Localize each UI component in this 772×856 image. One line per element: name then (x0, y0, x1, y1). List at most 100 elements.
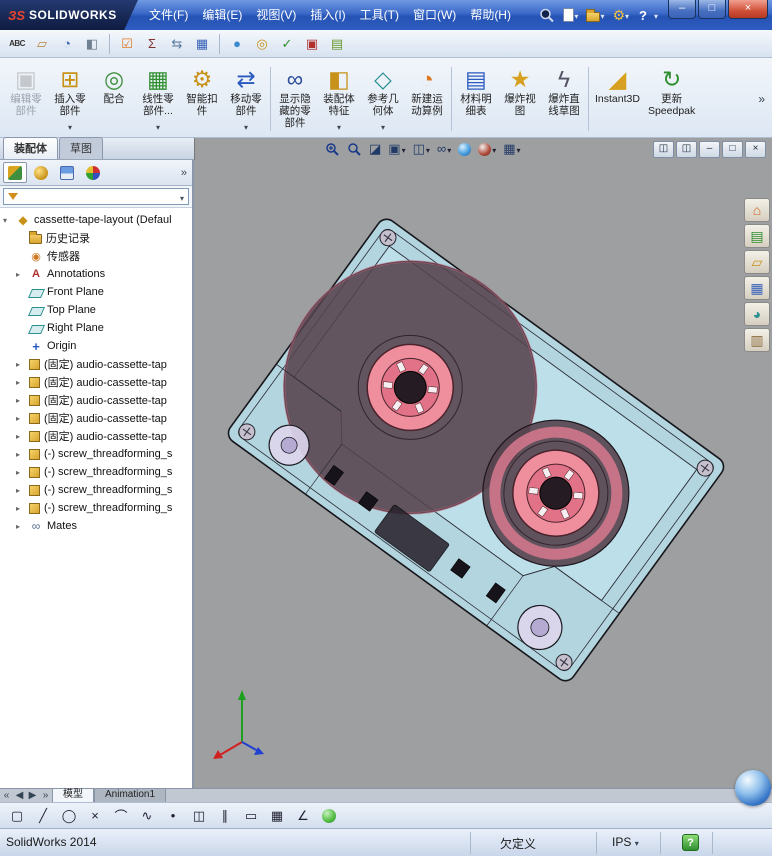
options-button[interactable]: ⚙ (609, 4, 632, 26)
view-palette-icon[interactable]: ▦ (744, 276, 770, 300)
tree-item-annotations[interactable]: Annotations (0, 265, 192, 283)
smart-fasteners-button[interactable]: ⚙ 智能扣 件 (180, 61, 224, 137)
apply-scene-icon[interactable] (476, 140, 498, 158)
expander-icon[interactable] (16, 450, 25, 459)
zoom-to-area-icon[interactable] (345, 140, 364, 158)
design-library-icon[interactable]: ▤ (744, 224, 770, 248)
custom-properties-icon[interactable]: ▥ (744, 328, 770, 352)
next-tab-arrow-icon[interactable]: ▶ (26, 789, 39, 802)
tree-item-mates[interactable]: Mates (0, 517, 192, 535)
design-check-icon[interactable]: ✓ (275, 32, 299, 56)
filter-input[interactable] (22, 189, 176, 204)
tree-item-screw-2[interactable]: (-) screw_threadforming_s (0, 463, 192, 481)
circle-icon[interactable]: ◯ (57, 805, 81, 827)
check-document-icon[interactable]: ☑ (115, 32, 139, 56)
edit-appearance-icon[interactable] (456, 140, 473, 158)
minimize-button[interactable]: – (668, 0, 696, 19)
line-icon[interactable]: ╱ (31, 805, 55, 827)
close-document-button[interactable]: × (745, 140, 766, 158)
help-button[interactable]: ? (634, 8, 652, 23)
expander-icon[interactable] (16, 504, 25, 513)
menu-window[interactable]: 窗口(W) (406, 0, 463, 30)
menu-edit[interactable]: 编辑(E) (195, 0, 249, 30)
tree-item-history[interactable]: 历史记录 (0, 229, 192, 247)
solidworks-resources-icon[interactable]: ⌂ (744, 198, 770, 222)
tree-root-assembly[interactable]: cassette-tape-layout (Defaul (0, 211, 192, 229)
graphics-viewport[interactable]: ⌂ ▤ ▱ ▦ ◕ ▥ (194, 160, 772, 788)
previous-window-button[interactable]: ◫ (653, 140, 674, 158)
open-document-button[interactable] (583, 4, 607, 26)
expander-icon[interactable] (16, 360, 25, 369)
menu-view[interactable]: 视图(V) (249, 0, 303, 30)
minimize-document-button[interactable]: – (699, 140, 720, 158)
close-button[interactable]: × (728, 0, 768, 19)
previous-tab-arrow-icon[interactable]: ◀ (13, 789, 26, 802)
smart-dimension-icon[interactable]: ∠ (291, 805, 315, 827)
mass-properties-icon[interactable]: ◔ (55, 32, 79, 56)
mate-button[interactable]: ◎ 配合 (92, 61, 136, 137)
mirror-entities-icon[interactable]: ◫ (187, 805, 211, 827)
reference-geometry-button[interactable]: ◇ 参考几 何体 (361, 61, 405, 137)
file-explorer-icon[interactable]: ▱ (744, 250, 770, 274)
apply-material-icon[interactable]: ◎ (250, 32, 274, 56)
view-settings-icon[interactable]: ▦ (501, 140, 522, 158)
tab-sketch[interactable]: 草图 (59, 137, 103, 159)
tree-item-screw-1[interactable]: (-) screw_threadforming_s (0, 445, 192, 463)
move-component-button[interactable]: ⇄ 移动零 部件 (224, 61, 268, 137)
display-style-icon[interactable]: ◫ (411, 140, 432, 158)
tree-item-audio-cassette-2[interactable]: (固定) audio-cassette-tap (0, 373, 192, 391)
panel-overflow-button[interactable]: » (181, 167, 189, 179)
expander-icon[interactable] (16, 486, 25, 495)
record-video-icon[interactable]: ▣ (300, 32, 324, 56)
section-properties-icon[interactable]: ◧ (80, 32, 104, 56)
menu-file[interactable]: 文件(F) (142, 0, 195, 30)
display-states-icon[interactable]: ▤ (325, 32, 349, 56)
units-selector[interactable]: IPS (612, 835, 639, 849)
displaymanager-tab[interactable] (81, 162, 105, 183)
edit-appearance-icon[interactable]: ● (225, 32, 249, 56)
propertymanager-tab[interactable] (29, 162, 53, 183)
tree-item-top-plane[interactable]: Top Plane (0, 301, 192, 319)
maximize-button[interactable]: □ (698, 0, 726, 19)
tree-item-audio-cassette-4[interactable]: (固定) audio-cassette-tap (0, 409, 192, 427)
bill-of-materials-button[interactable]: ▤ 材料明 细表 (454, 61, 498, 137)
tab-assembly[interactable]: 装配体 (3, 137, 58, 159)
new-motion-study-button[interactable]: ◔ 新建运 动算例 (405, 61, 449, 137)
corner-rectangle-icon[interactable]: ▭ (239, 805, 263, 827)
restore-document-button[interactable]: □ (722, 140, 743, 158)
toolbar-overflow-button[interactable]: » (753, 92, 770, 106)
tab-animation1[interactable]: Animation1 (94, 789, 167, 802)
tree-item-sensors[interactable]: 传感器 (0, 247, 192, 265)
exploded-view-button[interactable]: ★ 爆炸视 图 (498, 61, 542, 137)
spline-icon[interactable]: ∿ (135, 805, 159, 827)
expander-icon[interactable] (16, 378, 25, 387)
point-icon[interactable]: • (161, 805, 185, 827)
sketch-icon[interactable]: ▢ (5, 805, 29, 827)
expander-icon[interactable] (16, 396, 25, 405)
view-orientation-icon[interactable]: ▣ (386, 140, 407, 158)
menu-tools[interactable]: 工具(T) (353, 0, 406, 30)
first-tab-arrow-icon[interactable]: « (0, 789, 13, 802)
cassette-3d-model[interactable] (194, 160, 772, 788)
linear-sketch-pattern-icon[interactable]: ▦ (265, 805, 289, 827)
update-speedpak-button[interactable]: ↻ 更新 Speedpak (644, 61, 699, 137)
expander-icon[interactable] (16, 414, 25, 423)
edit-component-button[interactable]: ▣ 编辑零 部件 (4, 61, 48, 137)
configurationmanager-tab[interactable] (55, 162, 79, 183)
expander-icon[interactable] (16, 522, 25, 531)
tree-filter-box[interactable] (3, 188, 189, 205)
expander-icon[interactable] (3, 216, 12, 225)
spell-checker-icon[interactable]: ABC (5, 32, 29, 56)
show-hidden-components-button[interactable]: ∞ 显示隐 藏的零 部件 (273, 61, 317, 137)
expander-icon[interactable] (16, 432, 25, 441)
measure-icon[interactable]: ▱ (30, 32, 54, 56)
menu-help[interactable]: 帮助(H) (463, 0, 518, 30)
centerline-icon[interactable]: × (83, 805, 107, 827)
tree-item-audio-cassette-3[interactable]: (固定) audio-cassette-tap (0, 391, 192, 409)
feature-tree[interactable]: cassette-tape-layout (Defaul 历史记录 传感器 An… (0, 208, 192, 788)
new-document-button[interactable] (560, 4, 581, 26)
tree-item-front-plane[interactable]: Front Plane (0, 283, 192, 301)
insert-components-button[interactable]: ⊞ 插入零 部件 (48, 61, 92, 137)
tree-item-audio-cassette-5[interactable]: (固定) audio-cassette-tap (0, 427, 192, 445)
tree-item-audio-cassette-1[interactable]: (固定) audio-cassette-tap (0, 355, 192, 373)
